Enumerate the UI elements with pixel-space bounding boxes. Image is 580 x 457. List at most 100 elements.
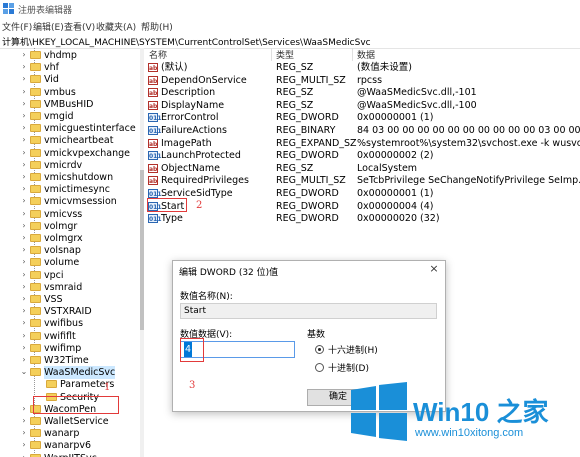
value-row[interactable]: ab DependOnService REG_MULTI_SZ rpcss — [145, 74, 580, 87]
chevron-right-icon[interactable]: › — [20, 270, 28, 280]
chevron-right-icon[interactable]: › — [20, 404, 28, 414]
menu-file[interactable]: 文件(F) — [2, 20, 32, 33]
chevron-right-icon[interactable]: › — [20, 50, 28, 60]
column-header-data[interactable]: 数据 — [357, 48, 375, 61]
chevron-right-icon[interactable]: › — [20, 282, 28, 292]
tree-item[interactable]: › VSS — [0, 293, 140, 306]
dialog-title: 编辑 DWORD (32 位)值 — [179, 268, 279, 278]
tree-item[interactable]: › vhf — [0, 61, 140, 74]
chevron-right-icon[interactable]: › — [20, 245, 28, 255]
chevron-right-icon[interactable]: › — [20, 306, 28, 316]
tree-item[interactable]: › vmickvpexchange — [0, 147, 140, 160]
tree-item-label: WarpJITSvc — [44, 452, 97, 457]
chevron-right-icon[interactable]: › — [20, 233, 28, 243]
value-row[interactable]: ab DisplayName REG_SZ @WaaSMedicSvc.dll,-10… — [145, 99, 580, 112]
chevron-right-icon[interactable]: › — [20, 172, 28, 182]
chevron-right-icon[interactable]: › — [20, 453, 28, 457]
tree-item[interactable]: › WalletService — [0, 415, 140, 428]
chevron-right-icon[interactable]: › — [20, 196, 28, 206]
chevron-right-icon[interactable]: › — [20, 294, 28, 304]
chevron-right-icon[interactable]: › — [20, 221, 28, 231]
value-row[interactable]: 011 FailureActions REG_BINARY 84 03 00 00 0… — [145, 124, 580, 137]
column-separator[interactable] — [271, 48, 272, 61]
tree-item[interactable]: › volume — [0, 256, 140, 269]
chevron-right-icon[interactable]: › — [20, 416, 28, 426]
tree-item[interactable]: › vmbus — [0, 86, 140, 99]
string-value-icon: ab — [148, 88, 158, 98]
chevron-right-icon[interactable]: › — [20, 331, 28, 341]
tree-item[interactable]: › vsmraid — [0, 281, 140, 294]
chevron-right-icon[interactable]: › — [20, 440, 28, 450]
tree-item[interactable]: › W32Time — [0, 354, 140, 367]
tree-item[interactable]: › vmicvss — [0, 208, 140, 221]
column-header-type[interactable]: 类型 — [276, 48, 294, 61]
tree-item[interactable]: › vmgid — [0, 110, 140, 123]
value-row[interactable]: 011 Start REG_DWORD 0x00000004 (4) — [145, 200, 580, 213]
dec-radio[interactable] — [315, 363, 324, 372]
menu-view[interactable]: 查看(V) — [64, 20, 95, 33]
value-row[interactable]: 011 ErrorControl REG_DWORD 0x00000001 (1) — [145, 111, 580, 124]
tree-item[interactable]: › vwifimp — [0, 342, 140, 355]
value-row[interactable]: ab RequiredPrivileges REG_MULTI_SZ SeTcbPri… — [145, 174, 580, 187]
tree-item[interactable]: › Vid — [0, 73, 140, 86]
chevron-right-icon[interactable]: › — [20, 209, 28, 219]
tree-item[interactable]: › volmgr — [0, 220, 140, 233]
chevron-right-icon[interactable]: › — [20, 184, 28, 194]
tree-item[interactable]: › WarpJITSvc — [0, 452, 140, 457]
chevron-down-icon[interactable]: ⌄ — [20, 367, 28, 377]
tree-scrollbar-thumb[interactable] — [140, 170, 144, 330]
value-row[interactable]: 011 LaunchProtected REG_DWORD 0x00000002 (2… — [145, 149, 580, 162]
tree-item[interactable]: › vpci — [0, 269, 140, 282]
chevron-right-icon[interactable]: › — [20, 160, 28, 170]
value-row[interactable]: ab (默认) REG_SZ (数值未设置) — [145, 61, 580, 74]
tree-item[interactable]: › volmgrx — [0, 232, 140, 245]
value-row[interactable]: ab ImagePath REG_EXPAND_SZ %systemroot%\sys… — [145, 137, 580, 150]
hex-radio-label[interactable]: 十六进制(H) — [328, 343, 378, 356]
close-icon[interactable]: × — [427, 262, 441, 276]
hex-radio[interactable] — [315, 345, 324, 354]
tree-item[interactable]: › vhdmp — [0, 49, 140, 62]
tree-item[interactable]: › VMBusHID — [0, 98, 140, 111]
chevron-right-icon[interactable]: › — [20, 74, 28, 84]
chevron-right-icon[interactable]: › — [20, 99, 28, 109]
tree-item[interactable]: › vmicrdv — [0, 159, 140, 172]
tree-item[interactable]: Parameters — [0, 378, 140, 391]
tree-item[interactable]: › wanarp — [0, 427, 140, 440]
chevron-right-icon[interactable]: › — [20, 123, 28, 133]
tree-item[interactable]: › vwifibus — [0, 317, 140, 330]
chevron-right-icon[interactable]: › — [20, 62, 28, 72]
address-bar[interactable]: 计算机\HKEY_LOCAL_MACHINE\SYSTEM\CurrentCon… — [0, 33, 580, 49]
value-row[interactable]: 011 Type REG_DWORD 0x00000020 (32) — [145, 212, 580, 225]
menu-edit[interactable]: 编辑(E) — [33, 20, 64, 33]
tree-item[interactable]: › vmicheartbeat — [0, 134, 140, 147]
value-row[interactable]: ab Description REG_SZ @WaaSMedicSvc.dll,-10… — [145, 86, 580, 99]
address-path[interactable]: 计算机\HKEY_LOCAL_MACHINE\SYSTEM\CurrentCon… — [2, 35, 371, 48]
chevron-right-icon[interactable]: › — [20, 111, 28, 121]
tree-item[interactable]: › volsnap — [0, 244, 140, 257]
tree-item[interactable]: › vmicguestinterface — [0, 122, 140, 135]
chevron-right-icon[interactable]: › — [20, 135, 28, 145]
key-tree[interactable]: › vhdmp › vhf › Vid › vmbus › VMBusHID › vmgid › vmic… — [0, 48, 140, 457]
chevron-right-icon[interactable]: › — [20, 87, 28, 97]
chevron-right-icon[interactable]: › — [20, 343, 28, 353]
column-separator[interactable] — [352, 48, 353, 61]
menu-favorites[interactable]: 收藏夹(A) — [96, 20, 136, 33]
folder-icon — [30, 417, 41, 425]
chevron-right-icon[interactable]: › — [20, 148, 28, 158]
tree-item[interactable]: › wanarpv6 — [0, 439, 140, 452]
chevron-right-icon[interactable]: › — [20, 318, 28, 328]
chevron-right-icon[interactable]: › — [20, 355, 28, 365]
chevron-right-icon[interactable]: › — [20, 428, 28, 438]
value-row[interactable]: 011 ServiceSidType REG_DWORD 0x00000001 (1) — [145, 187, 580, 200]
tree-item[interactable]: › vmicvmsession — [0, 195, 140, 208]
tree-item[interactable]: ⌄ WaaSMedicSvc — [0, 366, 140, 380]
tree-item[interactable]: › vwififlt — [0, 330, 140, 343]
value-row[interactable]: ab ObjectName REG_SZ LocalSystem — [145, 162, 580, 175]
column-header-name[interactable]: 名称 — [149, 48, 167, 61]
start-highlight-box — [147, 198, 187, 212]
tree-item[interactable]: › VSTXRAID — [0, 305, 140, 318]
chevron-right-icon[interactable]: › — [20, 257, 28, 267]
tree-item[interactable]: › vmictimesync — [0, 183, 140, 196]
menu-help[interactable]: 帮助(H) — [141, 20, 173, 33]
tree-item[interactable]: › vmicshutdown — [0, 171, 140, 184]
